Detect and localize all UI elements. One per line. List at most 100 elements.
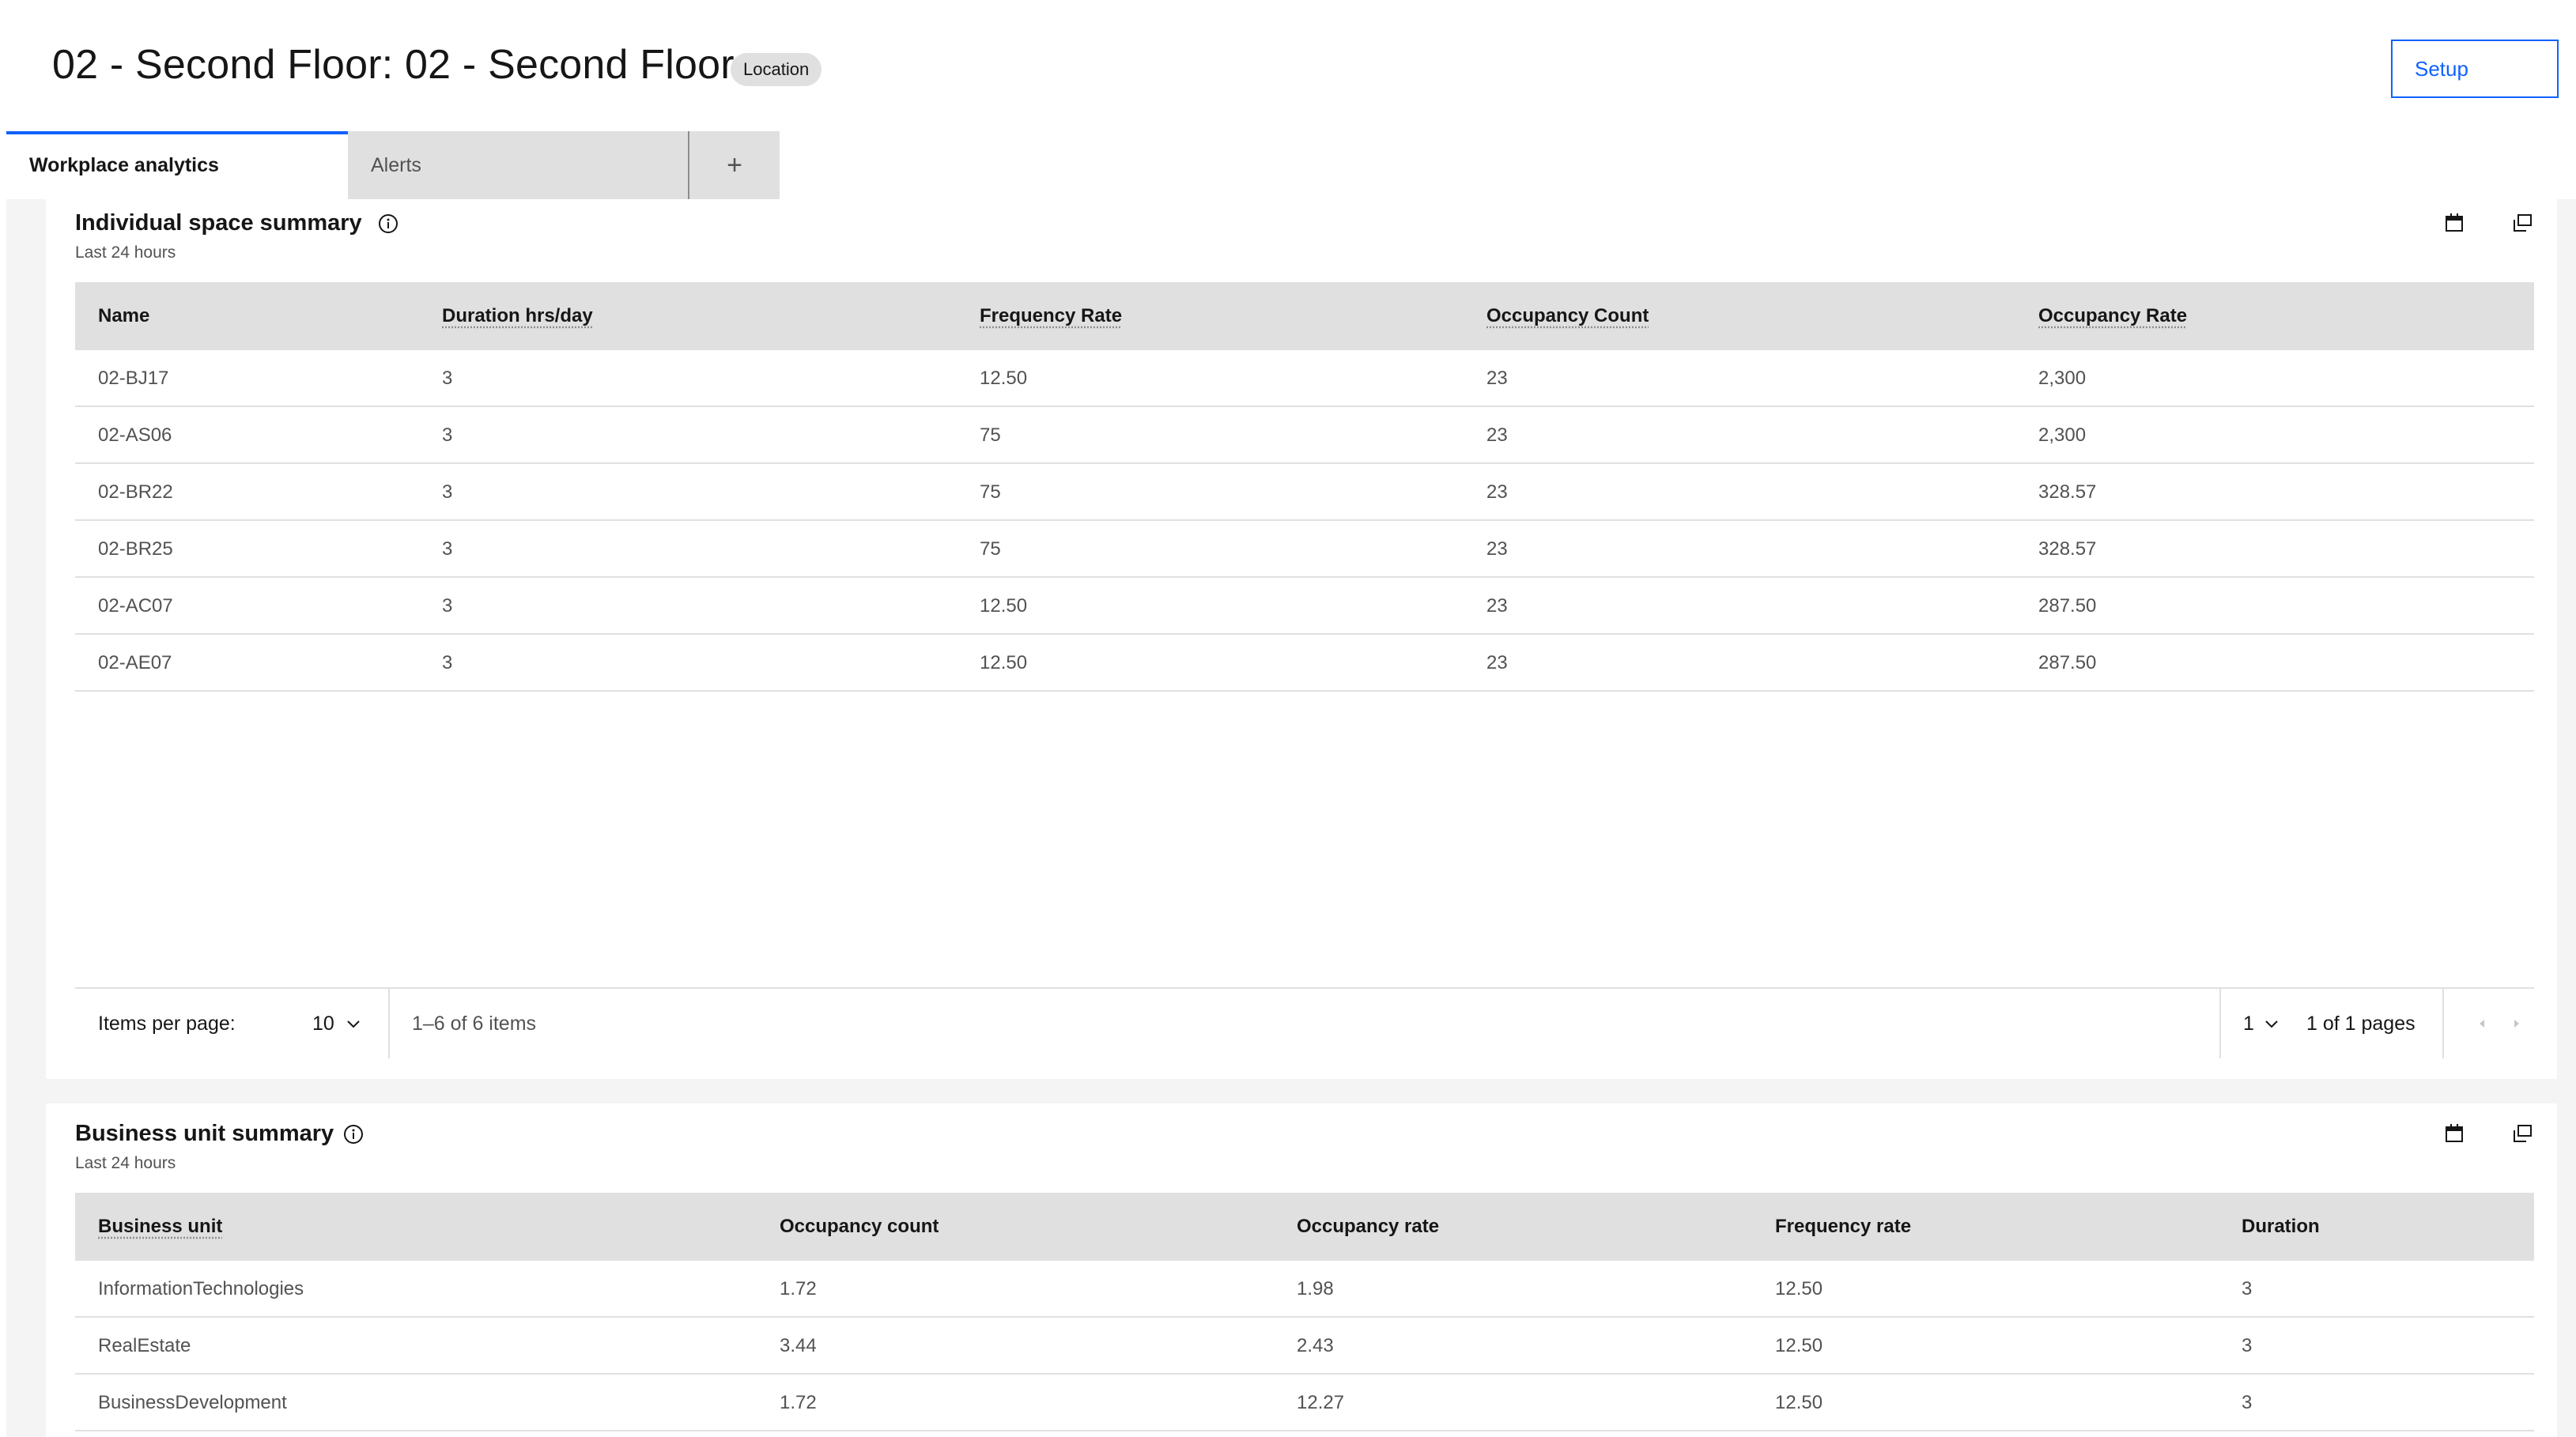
- location-tag: Location: [731, 53, 822, 86]
- cell-occupancy-count: 23: [1486, 368, 1508, 389]
- divider: [2442, 989, 2444, 1058]
- table-row[interactable]: 02-BJ17 3 12.50 23 2,300: [75, 350, 2534, 407]
- cell-occupancy-count: 1.72: [780, 1278, 817, 1299]
- info-icon[interactable]: [343, 1124, 364, 1145]
- expand-icon[interactable]: [2511, 212, 2533, 234]
- cell-occupancy-count: 23: [1486, 424, 1508, 446]
- cell-duration: 3: [2242, 1335, 2253, 1356]
- cell-occupancy-rate: 2.43: [1297, 1335, 1334, 1356]
- info-icon[interactable]: [378, 213, 398, 234]
- column-header-name[interactable]: Name: [98, 282, 149, 350]
- cell-business-unit: BusinessDevelopment: [98, 1392, 287, 1413]
- individual-space-summary-tile: Individual space summary Last 24 hours N…: [46, 199, 2557, 1079]
- tile-title: Individual space summary: [75, 210, 362, 236]
- column-header-frequency-rate[interactable]: Frequency rate: [1775, 1193, 1911, 1261]
- cell-duration: 3: [442, 368, 453, 389]
- column-header-frequency-rate[interactable]: Frequency Rate: [980, 282, 1122, 350]
- cell-business-unit: RealEstate: [98, 1335, 191, 1356]
- tile-subtitle: Last 24 hours: [75, 243, 176, 262]
- cell-duration: 3: [442, 424, 453, 446]
- chevron-down-icon[interactable]: [2264, 1016, 2279, 1032]
- cell-occupancy-rate: 287.50: [2038, 595, 2097, 617]
- next-page-icon[interactable]: [2506, 1013, 2528, 1035]
- setup-button[interactable]: Setup: [2391, 40, 2559, 98]
- tile-subtitle: Last 24 hours: [75, 1154, 176, 1172]
- calendar-icon[interactable]: [2443, 212, 2465, 234]
- divider: [388, 989, 390, 1058]
- page-header: 02 - Second Floor: 02 - Second Floor Loc…: [0, 0, 2576, 131]
- table-row[interactable]: 02-AC07 3 12.50 23 287.50: [75, 578, 2534, 635]
- table-row[interactable]: RealEstate 3.44 2.43 12.50 3: [75, 1318, 2534, 1375]
- cell-occupancy-count: 23: [1486, 652, 1508, 673]
- cell-occupancy-rate: 287.50: [2038, 652, 2097, 673]
- chevron-down-icon[interactable]: [346, 1016, 361, 1032]
- space-summary-table: Name Duration hrs/day Frequency Rate Occ…: [75, 282, 2534, 692]
- tile-title: Business unit summary: [75, 1121, 334, 1146]
- tab-workplace-analytics[interactable]: Workplace analytics: [6, 131, 348, 199]
- cell-occupancy-count: 23: [1486, 595, 1508, 617]
- cell-occupancy-rate: 328.57: [2038, 538, 2097, 560]
- cell-frequency-rate: 12.50: [980, 368, 1028, 389]
- table-row[interactable]: 02-AE07 3 12.50 23 287.50: [75, 635, 2534, 692]
- business-unit-summary-tile: Business unit summary Last 24 hours Busi…: [46, 1103, 2557, 1437]
- cell-name: 02-AS06: [98, 424, 172, 446]
- column-header-duration[interactable]: Duration hrs/day: [442, 282, 593, 350]
- cell-duration: 3: [2242, 1392, 2253, 1413]
- column-header-occupancy-count[interactable]: Occupancy count: [780, 1193, 939, 1261]
- cell-occupancy-rate: 12.27: [1297, 1392, 1345, 1413]
- calendar-icon[interactable]: [2443, 1122, 2465, 1145]
- column-header-occupancy-rate[interactable]: Occupancy Rate: [2038, 282, 2187, 350]
- item-range: 1–6 of 6 items: [412, 1013, 537, 1035]
- cell-frequency-rate: 75: [980, 424, 1001, 446]
- pagination: Items per page: 10 1–6 of 6 items 1 1 of…: [75, 987, 2534, 1058]
- business-unit-table: Business unit Occupancy count Occupancy …: [75, 1193, 2534, 1431]
- cell-occupancy-rate: 1.98: [1297, 1278, 1334, 1299]
- cell-duration: 3: [442, 481, 453, 503]
- cell-frequency-rate: 12.50: [980, 652, 1028, 673]
- cell-frequency-rate: 12.50: [1775, 1392, 1823, 1413]
- table-header: Business unit Occupancy count Occupancy …: [75, 1193, 2534, 1261]
- page-title: 02 - Second Floor: 02 - Second Floor: [52, 42, 735, 88]
- tab-bar: Workplace analytics Alerts +: [6, 131, 780, 199]
- cell-occupancy-rate: 2,300: [2038, 368, 2087, 389]
- cell-name: 02-BR25: [98, 538, 173, 560]
- cell-occupancy-count: 1.72: [780, 1392, 817, 1413]
- cell-occupancy-rate: 2,300: [2038, 424, 2087, 446]
- page-select[interactable]: 1: [2243, 989, 2254, 1058]
- cell-occupancy-count: 3.44: [780, 1335, 817, 1356]
- table-row[interactable]: InformationTechnologies 1.72 1.98 12.50 …: [75, 1261, 2534, 1318]
- cell-occupancy-rate: 328.57: [2038, 481, 2097, 503]
- column-header-duration[interactable]: Duration: [2242, 1193, 2320, 1261]
- add-tab-button[interactable]: +: [689, 131, 780, 199]
- table-row[interactable]: 02-BR22 3 75 23 328.57: [75, 464, 2534, 521]
- cell-occupancy-count: 23: [1486, 538, 1508, 560]
- cell-frequency-rate: 12.50: [980, 595, 1028, 617]
- items-per-page-select[interactable]: 10: [312, 989, 334, 1058]
- cell-occupancy-count: 23: [1486, 481, 1508, 503]
- previous-page-icon[interactable]: [2471, 1013, 2493, 1035]
- table-row[interactable]: 02-BR25 3 75 23 328.57: [75, 521, 2534, 578]
- cell-frequency-rate: 75: [980, 538, 1001, 560]
- cell-business-unit: InformationTechnologies: [98, 1278, 304, 1299]
- cell-duration: 3: [442, 652, 453, 673]
- cell-duration: 3: [442, 595, 453, 617]
- table-row[interactable]: 02-AS06 3 75 23 2,300: [75, 407, 2534, 464]
- cell-name: 02-BR22: [98, 481, 173, 503]
- table-row[interactable]: BusinessDevelopment 1.72 12.27 12.50 3: [75, 1375, 2534, 1431]
- tab-alerts[interactable]: Alerts: [348, 131, 689, 199]
- cell-name: 02-AC07: [98, 595, 173, 617]
- column-header-business-unit[interactable]: Business unit: [98, 1193, 222, 1261]
- expand-icon[interactable]: [2511, 1122, 2533, 1145]
- cell-name: 02-BJ17: [98, 368, 169, 389]
- cell-duration: 3: [442, 538, 453, 560]
- cell-name: 02-AE07: [98, 652, 172, 673]
- table-header: Name Duration hrs/day Frequency Rate Occ…: [75, 282, 2534, 350]
- column-header-occupancy-rate[interactable]: Occupancy rate: [1297, 1193, 1439, 1261]
- cell-duration: 3: [2242, 1278, 2253, 1299]
- cell-frequency-rate: 75: [980, 481, 1001, 503]
- cell-frequency-rate: 12.50: [1775, 1278, 1823, 1299]
- column-header-occupancy-count[interactable]: Occupancy Count: [1486, 282, 1649, 350]
- page-count: 1 of 1 pages: [2306, 1013, 2415, 1035]
- cell-frequency-rate: 12.50: [1775, 1335, 1823, 1356]
- divider: [2219, 989, 2221, 1058]
